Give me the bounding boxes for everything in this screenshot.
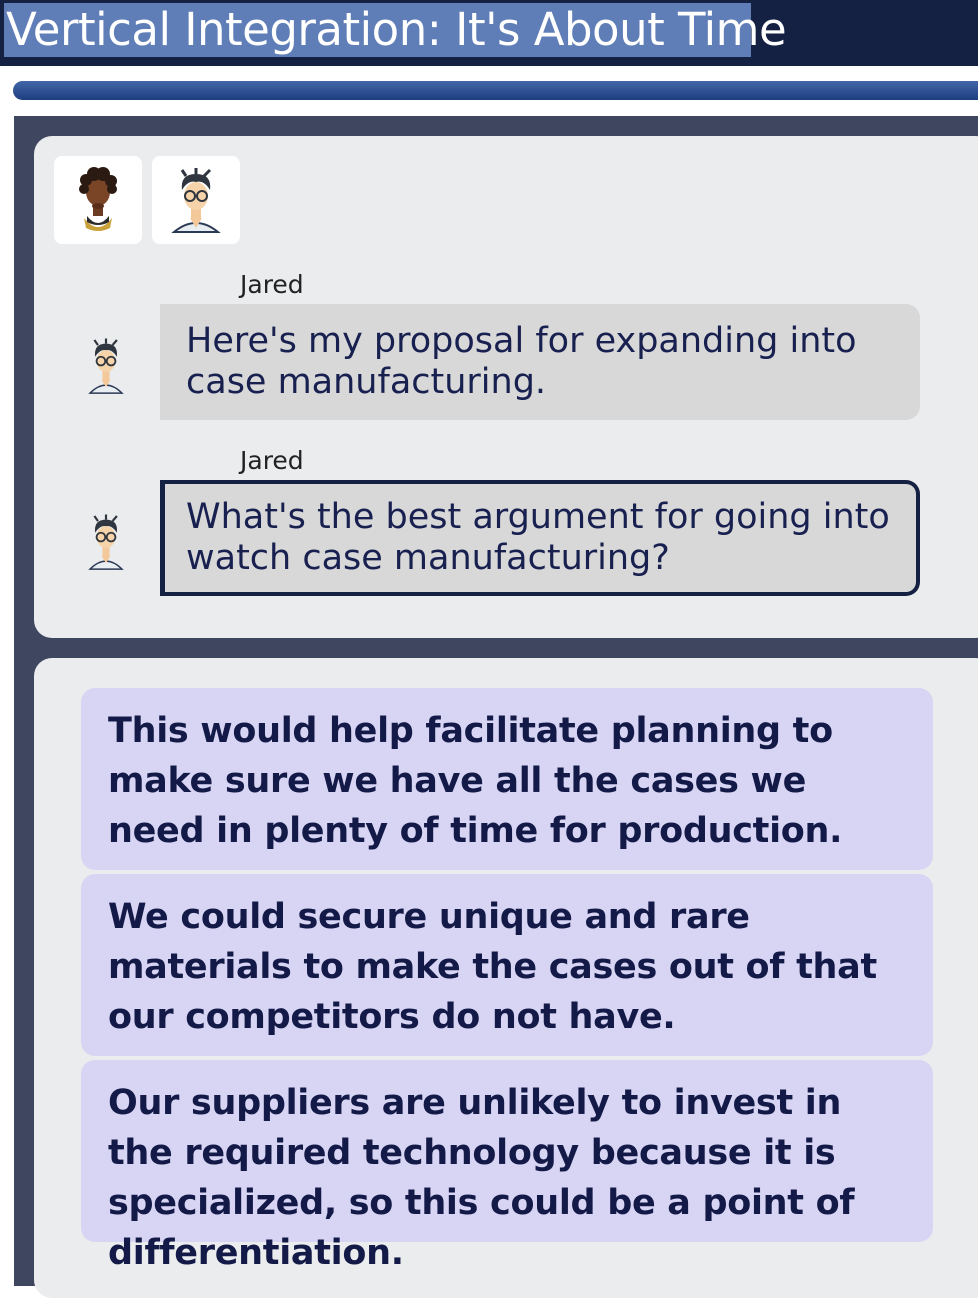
message-bubble: Here's my proposal for expanding into ca… [160,304,920,420]
speaker-name: Jared [240,446,304,475]
message-avatar [74,322,138,406]
avatar-man-glasses-icon [88,514,124,570]
avatar-woman-icon [79,167,117,231]
avatar-man-glasses-icon [171,168,221,233]
avatar-man-glasses-icon [88,338,124,394]
message-avatar [74,498,138,582]
header-bar: Vertical Integration: It's About Time [0,0,978,66]
participant-avatar-jared [152,156,240,244]
message-bubble-current: What's the best argument for going into … [160,480,920,596]
progress-bar [13,81,978,100]
choice-option-2[interactable]: We could secure unique and rare material… [81,874,933,1056]
speaker-name: Jared [240,270,304,299]
choice-option-1[interactable]: This would help facilitate planning to m… [81,688,933,870]
page-title: Vertical Integration: It's About Time [4,3,787,57]
choice-option-3[interactable]: Our suppliers are unlikely to invest in … [81,1060,933,1273]
participant-avatar-woman [54,156,142,244]
